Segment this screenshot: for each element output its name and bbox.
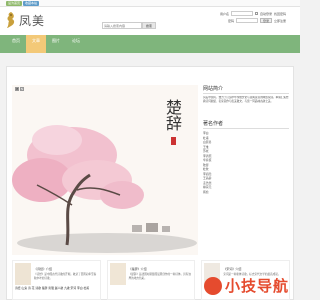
nav-forum[interactable]: 论坛	[66, 35, 86, 53]
article-summary: 《楚辞》是战国时期楚国屈原创作的一种诗体，具有浓厚的地方色彩。	[128, 273, 191, 280]
calligraphy-title: 楚辞	[163, 99, 182, 131]
password-input[interactable]	[235, 18, 258, 23]
watermark-logo-icon	[203, 276, 222, 295]
register-link[interactable]: 立即注册	[274, 19, 286, 23]
article-card[interactable]: 《诗经》介绍 《诗经》是中国古代诗歌的开端，收录了西周初年至春秋中叶的诗歌。 诗…	[12, 260, 101, 300]
watermark: 小技导航	[203, 275, 289, 296]
password-row: 密码 登录 立即注册	[228, 18, 286, 23]
retrieve-password-link[interactable]: 找回密码	[274, 12, 286, 16]
username-label: 用户名	[219, 11, 229, 16]
auto-login-checkbox[interactable]	[254, 12, 258, 15]
article-title[interactable]: 《诗经》介绍	[34, 267, 52, 271]
login-form: 用户名 自动登录 找回密码	[220, 11, 286, 16]
red-seal-icon	[171, 137, 176, 145]
slider-page-2[interactable]: 2	[20, 87, 24, 91]
site-name: 凤美	[19, 13, 46, 28]
main-content: 1 2 楚辞 网站简介 凤美中国风，致力于打造中华传统文化与古典意境的网络家园。…	[6, 66, 294, 300]
article-card[interactable]: 《楚辞》介绍 《楚辞》是战国时期楚国屈原创作的一种诗体，具有浓厚的地方色彩。	[106, 260, 196, 300]
main-nav: 首页 文章 图片 论坛	[0, 35, 300, 53]
username-input[interactable]	[230, 11, 253, 16]
authors-heading: 著名作者	[203, 120, 289, 129]
watermark-text: 小技导航	[224, 277, 289, 295]
header: 凤美 用户名 自动登录 找回密码 密码 登录 立即注册 搜索	[0, 7, 300, 35]
bookmark-link[interactable]: 收藏本站	[23, 1, 40, 6]
sidebar: 网站简介 凤美中国风，致力于打造中华传统文化与古典意境的网络家园。本站汇集经典诗…	[203, 85, 289, 194]
article-summary: 《诗经》是中国古代诗歌的开端，收录了西周初年至春秋中叶的诗歌。	[34, 273, 97, 280]
login-button[interactable]: 登录	[259, 18, 272, 23]
article-thumbnail[interactable]	[109, 263, 126, 285]
set-homepage-link[interactable]: 设为首页	[6, 1, 23, 6]
password-label: 密码	[227, 18, 234, 23]
author-link[interactable]: 韩愈	[203, 190, 289, 195]
article-title[interactable]: 《楚辞》介绍	[129, 267, 147, 271]
article-tags[interactable]: 诗经 山鬼 诗 花 诗歌 楚辞 离骚 越人歌 九歌 宋词 李白 杜甫	[15, 286, 98, 290]
slider-pagination: 1 2	[15, 87, 24, 91]
authors-list: 李白 杜甫 白居易 王维 苏轼 李清照 辛弃疾 陆游 杜牧 李商隐 王昌龄 孟浩…	[203, 131, 289, 194]
intro-heading: 网站简介	[203, 85, 289, 94]
intro-text: 凤美中国风，致力于打造中华传统文化与古典意境的网络家园。本站汇集经典诗词歌赋、名…	[203, 96, 289, 103]
top-bar: 设为首页 收藏本站	[0, 0, 300, 7]
auto-login-label: 自动登录	[259, 11, 272, 16]
slider-page-1[interactable]: 1	[15, 87, 19, 91]
search-bar: 搜索	[102, 22, 157, 29]
search-input[interactable]	[102, 22, 142, 29]
image-slider[interactable]: 1 2 楚辞	[12, 85, 198, 255]
nav-articles[interactable]: 文章	[26, 35, 46, 53]
article-title[interactable]: 《宋词》介绍	[223, 267, 241, 271]
article-thumbnail[interactable]	[15, 263, 31, 285]
nav-pictures[interactable]: 图片	[46, 35, 66, 53]
phoenix-logo-icon	[6, 11, 16, 29]
nav-home[interactable]: 首页	[6, 35, 26, 53]
search-button[interactable]: 搜索	[142, 22, 157, 29]
site-logo[interactable]: 凤美	[6, 11, 45, 29]
